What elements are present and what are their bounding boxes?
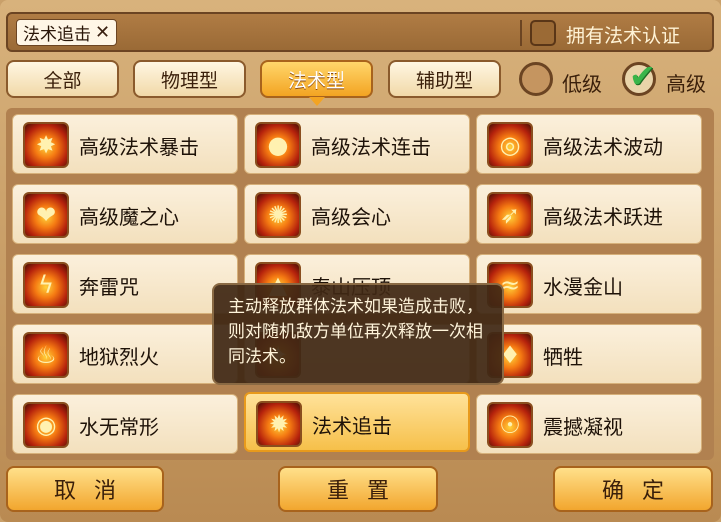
skill-cell[interactable]: ✸ 高级法术暴击: [12, 114, 238, 174]
cancel-button[interactable]: 取消: [6, 466, 164, 512]
skill-label: 牺牲: [543, 345, 583, 369]
water-shape-icon: ◉: [23, 402, 69, 448]
tab-magic[interactable]: 法术型: [260, 60, 373, 106]
radio-high-level[interactable]: ✔: [622, 57, 656, 96]
cert-checkbox[interactable]: [530, 20, 556, 46]
checkmark-icon: ✔: [629, 57, 656, 95]
skill-label: 高级法术波动: [543, 135, 663, 159]
confirm-button[interactable]: 确定: [553, 466, 713, 512]
skill-tooltip: 主动释放群体法术如果造成击败，则对随机敌方单位再次释放一次相同法术。: [212, 283, 504, 385]
filter-chip-label: 法术追击: [23, 25, 91, 45]
fire-burst-icon: ✸: [23, 122, 69, 168]
skill-label: 高级法术跃进: [543, 205, 663, 229]
thunder-icon: ϟ: [23, 262, 69, 308]
fire-heart-icon: ❤: [23, 192, 69, 238]
skill-label: 地狱烈火: [79, 345, 159, 369]
divider: [520, 20, 522, 46]
fire-orb-icon: ●: [255, 122, 301, 168]
skill-label: 高级魔之心: [79, 205, 179, 229]
cert-label: 拥有法术认证: [566, 25, 681, 47]
skill-label: 水漫金山: [543, 275, 623, 299]
search-bar: 法术追击 ✕ 拥有法术认证: [6, 12, 714, 52]
fire-leap-icon: ➶: [487, 192, 533, 238]
skill-label: 高级法术连击: [311, 135, 431, 159]
skill-label: 法术追击: [312, 414, 392, 438]
spell-chase-icon: ✹: [256, 401, 302, 447]
skill-cell[interactable]: ◉ 水无常形: [12, 394, 238, 454]
skill-cell[interactable]: ♨ 地狱烈火: [12, 324, 238, 384]
skill-cell[interactable]: ❤ 高级魔之心: [12, 184, 238, 244]
skill-cell[interactable]: ϟ 奔雷咒: [12, 254, 238, 314]
skill-cell[interactable]: ➶ 高级法术跃进: [476, 184, 702, 244]
skill-label: 高级会心: [311, 205, 391, 229]
skill-cell[interactable]: ◎ 高级法术波动: [476, 114, 702, 174]
tab-physical[interactable]: 物理型: [133, 60, 246, 98]
skill-cell-selected[interactable]: ✹ 法术追击: [244, 392, 470, 452]
close-icon[interactable]: ✕: [95, 22, 110, 43]
tooltip-text: 主动释放群体法术如果造成击败，则对随机敌方单位再次释放一次相同法术。: [228, 297, 483, 367]
skill-cell[interactable]: ● 高级法术连击: [244, 114, 470, 174]
radio-low-level[interactable]: [519, 62, 553, 96]
skill-filter-panel: 法术追击 ✕ 拥有法术认证 全部 物理型 法术型 辅助型 低级 ✔ 高级 ✸ 高…: [0, 0, 721, 522]
skill-label: 奔雷咒: [79, 275, 139, 299]
skill-cell[interactable]: ♦ 牺牲: [476, 324, 702, 384]
skill-label: 水无常形: [79, 415, 159, 439]
tab-all[interactable]: 全部: [6, 60, 119, 98]
gaze-icon: ☉: [487, 402, 533, 448]
tab-support[interactable]: 辅助型: [388, 60, 501, 98]
skill-cell[interactable]: ☉ 震撼凝视: [476, 394, 702, 454]
filter-chip[interactable]: 法术追击 ✕: [16, 19, 118, 46]
fire-mind-icon: ✺: [255, 192, 301, 238]
reset-button[interactable]: 重置: [278, 466, 438, 512]
skill-label: 震撼凝视: [543, 415, 623, 439]
skill-cell[interactable]: ≈ 水漫金山: [476, 254, 702, 314]
hellfire-icon: ♨: [23, 332, 69, 378]
high-level-label: 高级: [666, 72, 706, 96]
skill-label: 高级法术暴击: [79, 135, 199, 159]
low-level-label: 低级: [562, 72, 602, 96]
skill-cell[interactable]: ✺ 高级会心: [244, 184, 470, 244]
fire-wave-icon: ◎: [487, 122, 533, 168]
